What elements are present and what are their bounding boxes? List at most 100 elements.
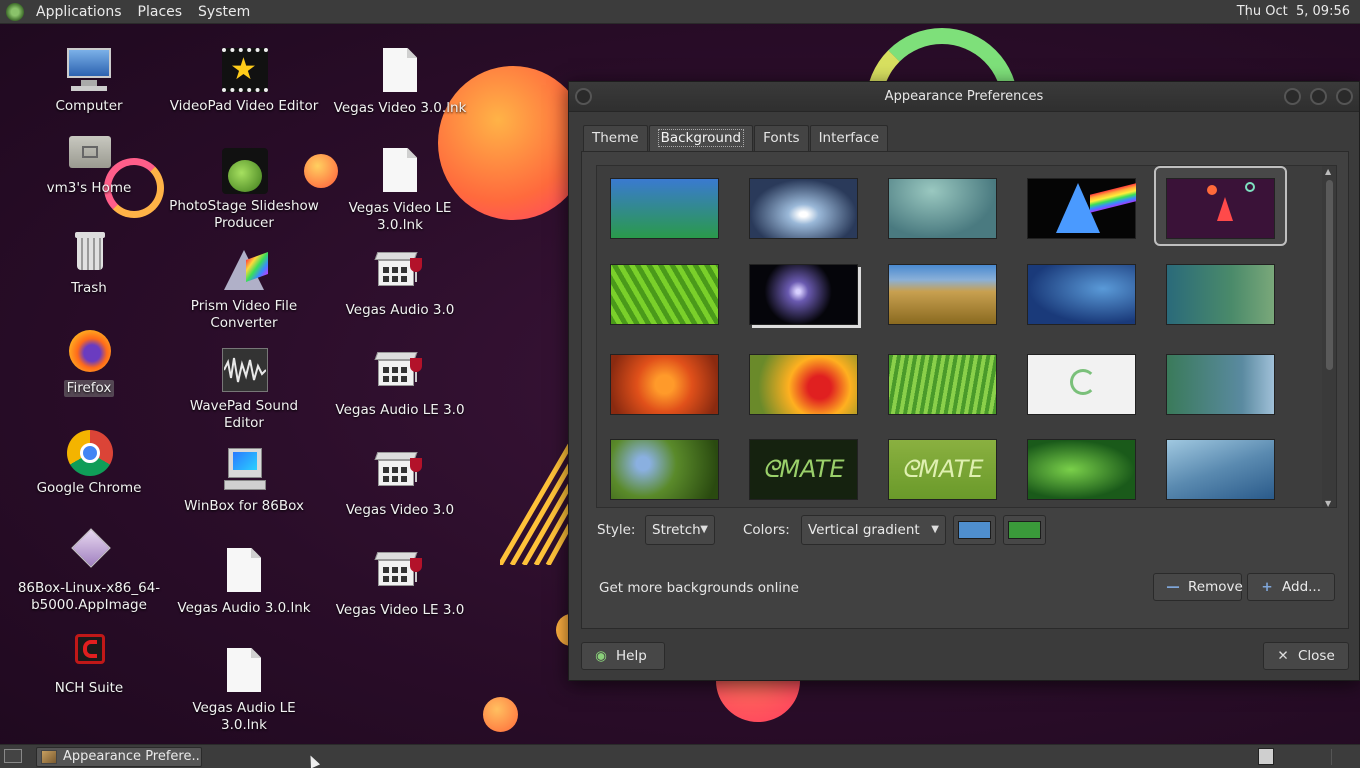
desktop-icon-vegas-audio-lnk[interactable]: Vegas Audio 3.0.lnk bbox=[169, 546, 319, 617]
desktop-icon-label: Vegas Audio 3.0.lnk bbox=[177, 600, 311, 616]
wallpaper-thumb[interactable] bbox=[888, 264, 997, 325]
wallpaper-thumb[interactable] bbox=[749, 178, 858, 239]
wallpaper-thumb[interactable] bbox=[610, 264, 719, 325]
desktop-icon-vegas-audio-le-lnk[interactable]: Vegas Audio LE 3.0.lnk bbox=[169, 646, 319, 734]
desktop-icon-label: Prism Video File Converter bbox=[190, 298, 298, 331]
style-combobox[interactable]: Stretch ▼ bbox=[645, 515, 715, 545]
document-icon bbox=[220, 548, 268, 596]
style-value: Stretch bbox=[652, 522, 701, 538]
desktop-icon-nch-suite[interactable]: NCH Suite bbox=[14, 628, 164, 697]
primary-color-button[interactable] bbox=[953, 515, 996, 545]
chevron-down-icon: ▼ bbox=[931, 524, 939, 535]
desktop-icon-label: Google Chrome bbox=[36, 480, 142, 496]
desktop-icon-vegas-video-le[interactable]: Vegas Video LE 3.0 bbox=[325, 546, 475, 619]
wallpaper-thumb[interactable] bbox=[1166, 439, 1275, 500]
wallpaper-thumb[interactable] bbox=[1027, 264, 1136, 325]
tab-theme[interactable]: Theme bbox=[583, 125, 648, 152]
desktop-icon-label: WavePad Sound Editor bbox=[189, 398, 299, 431]
wallpaper-thumb[interactable] bbox=[749, 264, 858, 325]
wallpaper-thumb[interactable] bbox=[610, 354, 719, 415]
wallpaper-thumb[interactable] bbox=[1027, 178, 1136, 239]
minimize-button[interactable] bbox=[1284, 88, 1301, 105]
help-button[interactable]: ◉ Help bbox=[581, 642, 665, 670]
remove-button[interactable]: — Remove bbox=[1153, 573, 1243, 601]
vegas-icon bbox=[374, 350, 424, 398]
wallpaper-gallery[interactable]: ᘓMATE ᘓMATE ▲ ▼ bbox=[596, 165, 1337, 508]
firefox-icon bbox=[65, 328, 113, 376]
tab-background[interactable]: Background bbox=[648, 125, 754, 152]
mate-wallpaper-text: ᘓMATE bbox=[901, 455, 984, 483]
gallery-scrollbar[interactable]: ▲ ▼ bbox=[1322, 166, 1336, 507]
wallpaper-thumb[interactable]: ᘓMATE bbox=[749, 439, 858, 500]
wallpaper-thumb[interactable] bbox=[1166, 354, 1275, 415]
close-window-button[interactable] bbox=[1336, 88, 1353, 105]
document-icon bbox=[376, 148, 424, 196]
desktop-icon-label: Vegas Audio 3.0 bbox=[345, 302, 455, 318]
wallpaper-thumb[interactable] bbox=[610, 439, 719, 500]
colors-combobox[interactable]: Vertical gradient ▼ bbox=[801, 515, 946, 545]
taskbar-window-button[interactable]: Appearance Prefere... bbox=[36, 747, 202, 767]
vegas-icon bbox=[374, 450, 424, 498]
nch-icon bbox=[65, 628, 113, 676]
workspace-switcher[interactable] bbox=[1258, 748, 1274, 765]
desktop-icon-label: Computer bbox=[55, 98, 123, 114]
tab-interface[interactable]: Interface bbox=[809, 125, 889, 152]
desktop-icon-trash[interactable]: Trash bbox=[14, 228, 164, 297]
scroll-down-arrow-icon[interactable]: ▼ bbox=[1325, 499, 1331, 507]
desktop-icon-vegas-video-lnk[interactable]: Vegas Video 3.0.lnk bbox=[325, 46, 475, 117]
desktop-icon-computer[interactable]: Computer bbox=[14, 46, 164, 115]
close-icon: ✕ bbox=[1277, 648, 1289, 664]
get-more-backgrounds-link[interactable]: Get more backgrounds online bbox=[599, 580, 799, 596]
wallpaper-thumb[interactable] bbox=[1166, 264, 1275, 325]
desktop-icon-home[interactable]: vm3's Home bbox=[14, 128, 164, 197]
wallpaper-thumb[interactable] bbox=[610, 178, 719, 239]
chevron-down-icon: ▼ bbox=[700, 524, 708, 535]
desktop-icon-vegas-audio-le[interactable]: Vegas Audio LE 3.0 bbox=[325, 346, 475, 419]
wallpaper-thumb[interactable]: ᘓMATE bbox=[888, 439, 997, 500]
desktop-icon-vegas-video[interactable]: Vegas Video 3.0 bbox=[325, 446, 475, 519]
menu-system[interactable]: System bbox=[190, 0, 258, 24]
mate-wallpaper-text: ᘓMATE bbox=[762, 455, 845, 483]
vegas-icon bbox=[374, 250, 424, 298]
wallpaper-thumb[interactable] bbox=[1166, 178, 1275, 239]
menu-applications[interactable]: Applications bbox=[28, 0, 130, 24]
scrollbar-thumb[interactable] bbox=[1326, 180, 1333, 370]
secondary-color-button[interactable] bbox=[1003, 515, 1046, 545]
desktop-icon-prism[interactable]: Prism Video File Converter bbox=[169, 246, 319, 332]
desktop-icon-firefox[interactable]: Firefox bbox=[14, 328, 164, 397]
menu-places[interactable]: Places bbox=[130, 0, 191, 24]
show-desktop-icon[interactable] bbox=[4, 749, 22, 763]
desktop-icon-vegas-audio[interactable]: Vegas Audio 3.0 bbox=[325, 246, 475, 319]
desktop-icon-winbox[interactable]: WinBox for 86Box bbox=[169, 446, 319, 515]
desktop-icon-videopad[interactable]: ★ VideoPad Video Editor bbox=[169, 46, 319, 115]
desktop-icon-vegas-video-le-lnk[interactable]: Vegas Video LE 3.0.lnk bbox=[325, 146, 475, 234]
tab-fonts[interactable]: Fonts bbox=[754, 125, 809, 152]
desktop-icon-label: Trash bbox=[71, 280, 107, 296]
secondary-color-swatch bbox=[1008, 521, 1041, 539]
appearance-app-icon bbox=[41, 750, 57, 764]
mate-logo-icon[interactable] bbox=[6, 2, 24, 21]
desktop-icon-label: PhotoStage Slideshow Producer bbox=[169, 198, 319, 231]
plus-icon: + bbox=[1261, 579, 1273, 595]
remove-button-label: Remove bbox=[1188, 579, 1243, 595]
close-button[interactable]: ✕ Close bbox=[1263, 642, 1349, 670]
maximize-button[interactable] bbox=[1310, 88, 1327, 105]
dialog-titlebar[interactable]: Appearance Preferences bbox=[569, 82, 1359, 112]
scroll-up-arrow-icon[interactable]: ▲ bbox=[1325, 167, 1331, 176]
add-button[interactable]: + Add... bbox=[1247, 573, 1335, 601]
desktop-icon-chrome[interactable]: Google Chrome bbox=[14, 428, 164, 497]
desktop-icon-wavepad[interactable]: WavePad Sound Editor bbox=[169, 346, 319, 432]
desktop-icon-label: VideoPad Video Editor bbox=[169, 98, 319, 114]
desktop-icon-label: Vegas Video LE 3.0.lnk bbox=[348, 200, 452, 233]
wallpaper-thumb[interactable] bbox=[749, 354, 858, 415]
clock[interactable]: Thu Oct 5, 09:56 bbox=[1237, 0, 1350, 24]
desktop-icon-label: Vegas Audio LE 3.0.lnk bbox=[192, 700, 296, 733]
desktop-icon-photostage[interactable]: PhotoStage Slideshow Producer bbox=[169, 146, 319, 232]
desktop-icon-label: Vegas Video 3.0 bbox=[345, 502, 455, 518]
wallpaper-thumb[interactable] bbox=[1027, 439, 1136, 500]
wallpaper-thumb[interactable] bbox=[888, 178, 997, 239]
wallpaper-thumb[interactable] bbox=[1027, 354, 1136, 415]
desktop-icon-86box[interactable]: 86Box-Linux-x86_64-b5000.AppImage bbox=[14, 528, 164, 614]
colors-value: Vertical gradient bbox=[808, 522, 920, 538]
wallpaper-thumb[interactable] bbox=[888, 354, 997, 415]
